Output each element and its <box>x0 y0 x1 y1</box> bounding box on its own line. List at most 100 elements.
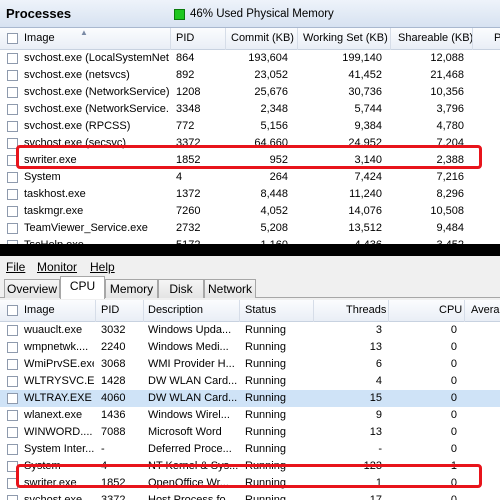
cell-pid: 3032 <box>101 324 126 336</box>
menu-help[interactable]: Help <box>90 260 115 274</box>
row-checkbox[interactable] <box>7 427 18 438</box>
column-header-private[interactable]: P <box>494 32 500 44</box>
table-row[interactable]: svchost.exe (NetworkService... 3348 2,348 5… <box>0 101 500 118</box>
row-checkbox[interactable] <box>7 104 18 115</box>
table-row[interactable]: wlanext.exe 1436 Windows Wirel... Running 9 0 <box>0 407 500 424</box>
row-checkbox[interactable] <box>7 189 18 200</box>
table-row[interactable]: swriter.exe 1852 OpenOffice Wr... Running 1 0 <box>0 475 500 492</box>
table-row[interactable]: System 4 264 7,424 7,216 <box>0 169 500 186</box>
tab-network[interactable]: Network <box>204 279 256 298</box>
cell-cpu: 0 <box>450 392 457 404</box>
row-checkbox[interactable] <box>7 359 18 370</box>
table-row[interactable]: wmpnetwk.... 2240 Windows Medi... Running 13… <box>0 339 500 356</box>
row-checkbox[interactable] <box>7 53 18 64</box>
column-header-image[interactable]: Image <box>24 304 55 316</box>
row-checkbox[interactable] <box>7 121 18 132</box>
memory-indicator-icon <box>174 9 185 20</box>
cell-shareable: 7,216 <box>436 171 464 183</box>
menu-monitor[interactable]: Monitor <box>37 260 77 274</box>
cpu-table-header: Image PID Description Status Threads CPU… <box>0 300 500 322</box>
tab-overview[interactable]: Overview <box>4 279 60 298</box>
table-row[interactable]: taskmgr.exe 7260 4,052 14,076 10,508 <box>0 203 500 220</box>
cell-pid: - <box>101 443 105 455</box>
table-row[interactable]: swriter.exe 1852 952 3,140 2,388 <box>0 152 500 169</box>
table-row[interactable]: taskhost.exe 1372 8,448 11,240 8,296 <box>0 186 500 203</box>
row-checkbox[interactable] <box>7 87 18 98</box>
cell-status: Running <box>245 426 286 438</box>
column-header-description[interactable]: Description <box>148 304 203 316</box>
cell-working-set: 24,952 <box>348 137 382 149</box>
select-all-checkbox[interactable] <box>7 33 18 44</box>
row-checkbox[interactable] <box>7 206 18 217</box>
row-checkbox[interactable] <box>7 342 18 353</box>
cell-cpu: 0 <box>450 477 457 489</box>
table-row[interactable]: svchost.exe (RPCSS) 772 5,156 9,384 4,780 <box>0 118 500 135</box>
cell-working-set: 30,736 <box>348 86 382 98</box>
row-checkbox[interactable] <box>7 223 18 234</box>
column-header-image[interactable]: Image <box>24 32 55 44</box>
table-row[interactable]: svchost.exe (NetworkService) 1208 25,676 30… <box>0 84 500 101</box>
table-row[interactable]: TeamViewer_Service.exe 2732 5,208 13,512 9,4… <box>0 220 500 237</box>
cell-working-set: 7,424 <box>354 171 382 183</box>
select-all-checkbox[interactable] <box>7 305 18 316</box>
cell-cpu: 0 <box>450 426 457 438</box>
column-divider <box>225 28 226 50</box>
row-checkbox[interactable] <box>7 138 18 149</box>
column-divider <box>472 28 473 50</box>
cell-shareable: 2,388 <box>436 154 464 166</box>
cell-commit: 23,052 <box>254 69 288 81</box>
column-header-threads[interactable]: Threads <box>346 304 386 316</box>
row-checkbox[interactable] <box>7 172 18 183</box>
row-checkbox[interactable] <box>7 376 18 387</box>
menu-monitor-label: Monitor <box>37 260 78 274</box>
table-row[interactable]: svchost.exe (LocalSystemNet... 864 193,604… <box>0 50 500 67</box>
menu-file-label: File <box>6 260 26 274</box>
column-header-commit[interactable]: Commit (KB) <box>231 32 294 44</box>
column-header-cpu[interactable]: CPU <box>439 304 462 316</box>
tab-cpu[interactable]: CPU <box>60 276 105 299</box>
cell-shareable: 8,296 <box>436 188 464 200</box>
row-checkbox[interactable] <box>7 70 18 81</box>
column-header-pid[interactable]: PID <box>101 304 119 316</box>
column-header-working-set[interactable]: Working Set (KB) <box>303 32 388 44</box>
menu-file[interactable]: File <box>6 260 25 274</box>
table-row[interactable]: svchost.exe 3372 Host Process fo... Running… <box>0 492 500 500</box>
panel-title: Processes <box>6 6 72 21</box>
row-checkbox[interactable] <box>7 461 18 472</box>
cell-commit: 4,052 <box>260 205 288 217</box>
row-checkbox[interactable] <box>7 478 18 489</box>
table-row[interactable]: System Inter... - Deferred Proce... Running… <box>0 441 500 458</box>
table-row[interactable]: WmiPrvSE.exe 3068 WMI Provider H... Running… <box>0 356 500 373</box>
column-header-shareable[interactable]: Shareable (KB) <box>398 32 473 44</box>
table-row[interactable]: WLTRAY.EXE 4060 DW WLAN Card... Running 15 0 <box>0 390 500 407</box>
cell-description: DW WLAN Card... <box>148 375 238 387</box>
tab-disk[interactable]: Disk <box>158 279 204 298</box>
column-header-pid[interactable]: PID <box>176 32 194 44</box>
cell-pid: 4060 <box>101 392 126 404</box>
column-divider <box>143 300 144 322</box>
cell-working-set: 3,140 <box>354 154 382 166</box>
cell-working-set: 14,076 <box>348 205 382 217</box>
table-row[interactable]: svchost.exe (secsvc) 3372 64,660 24,952 7,20… <box>0 135 500 152</box>
table-row[interactable]: System 4 NT Kernel & Sys... Running 123 1 <box>0 458 500 475</box>
cell-threads: 13 <box>369 341 382 353</box>
row-checkbox[interactable] <box>7 444 18 455</box>
tab-memory[interactable]: Memory <box>105 279 158 298</box>
row-checkbox[interactable] <box>7 155 18 166</box>
row-checkbox[interactable] <box>7 325 18 336</box>
cell-cpu: 0 <box>450 409 457 421</box>
table-row[interactable]: WINWORD.... 7088 Microsoft Word Running 13 0 <box>0 424 500 441</box>
cell-cpu: 1 <box>450 460 457 472</box>
cell-image: wuauclt.exe <box>24 324 83 336</box>
table-row[interactable]: WLTRYSVC.EXE 1428 DW WLAN Card... Running 4 0 <box>0 373 500 390</box>
cell-description: DW WLAN Card... <box>148 392 238 404</box>
column-header-average-cpu[interactable]: Avera <box>471 304 500 316</box>
table-row[interactable]: wuauclt.exe 3032 Windows Upda... Running 3 0 <box>0 322 500 339</box>
column-header-status[interactable]: Status <box>245 304 276 316</box>
row-checkbox[interactable] <box>7 410 18 421</box>
row-checkbox[interactable] <box>7 495 18 500</box>
cell-pid: 4 <box>101 460 108 472</box>
table-row[interactable]: TscHelp.exe51721,1604,4363,452 <box>0 237 500 244</box>
row-checkbox[interactable] <box>7 393 18 404</box>
table-row[interactable]: svchost.exe (netsvcs) 892 23,052 41,452 21,4… <box>0 67 500 84</box>
